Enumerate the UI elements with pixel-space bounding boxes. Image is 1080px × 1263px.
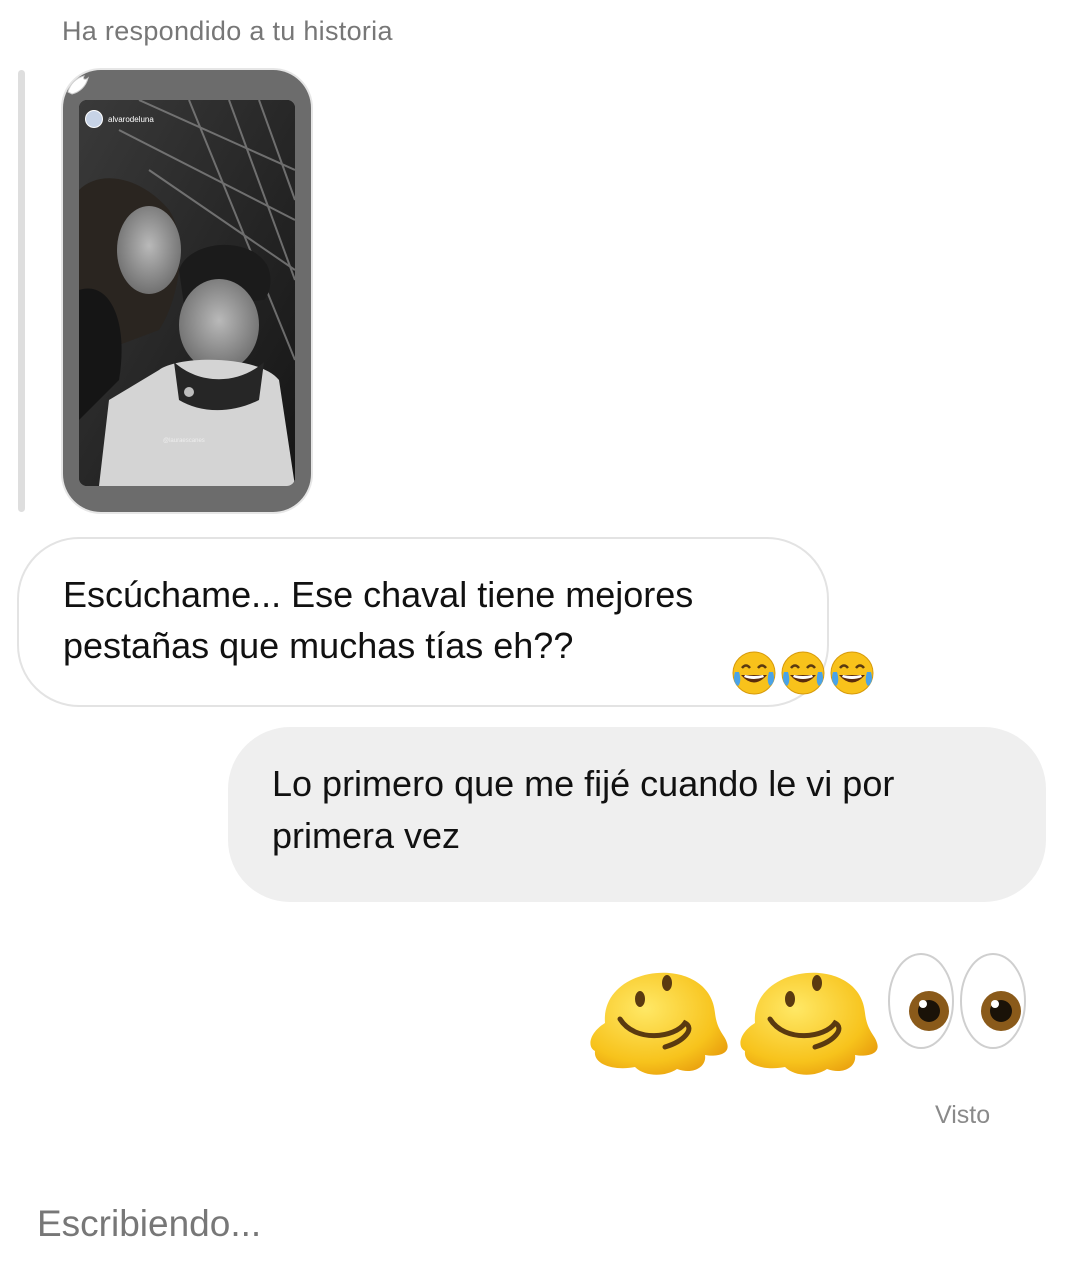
- eyes-icon: [888, 953, 1026, 1049]
- melting-face-icon: [740, 972, 878, 1075]
- melting-face-icon: [590, 972, 728, 1075]
- face-with-tears-of-joy-icon: [830, 651, 874, 695]
- reaction-corner-icon: [67, 75, 89, 95]
- outgoing-emoji-message[interactable]: [585, 943, 1035, 1079]
- face-with-tears-of-joy-icon: [781, 651, 825, 695]
- reply-quote-bar: [18, 70, 25, 512]
- story-mention-tag: @lauraescanes: [163, 438, 205, 444]
- story-thumbnail[interactable]: alvarodeluna @lauraescanes: [63, 70, 311, 512]
- incoming-message-text: Escúchame... Ese chaval tiene mejores pe…: [63, 574, 694, 666]
- seen-status: Visto: [935, 1101, 991, 1129]
- story-avatar: [85, 110, 103, 128]
- story-photo: alvarodeluna @lauraescanes: [79, 100, 295, 486]
- typing-indicator: Escribiendo...: [37, 1203, 262, 1244]
- outgoing-message-bubble[interactable]: Lo primero que me fijé cuando le vi por …: [228, 727, 1046, 902]
- outgoing-message-text: Lo primero que me fijé cuando le vi por …: [272, 763, 895, 856]
- story-user: alvarodeluna: [85, 110, 154, 128]
- incoming-message-bubble[interactable]: Escúchame... Ese chaval tiene mejores pe…: [17, 537, 829, 707]
- reaction-emoji-group: [730, 650, 876, 696]
- reply-header: Ha respondido a tu historia: [62, 16, 393, 46]
- story-username: alvarodeluna: [108, 114, 154, 124]
- face-with-tears-of-joy-icon: [732, 651, 776, 695]
